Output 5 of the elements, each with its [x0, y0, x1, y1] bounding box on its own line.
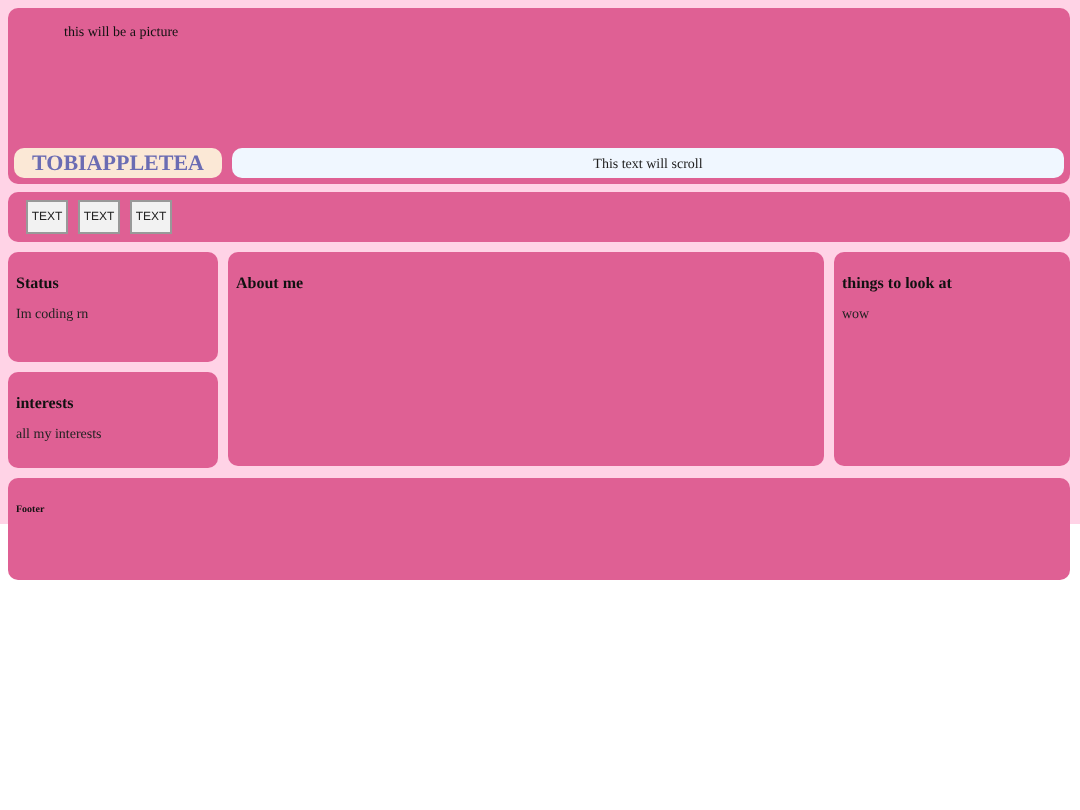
card-title: things to look at: [842, 274, 954, 292]
card-title: interests: [16, 394, 76, 412]
card-title: Status: [16, 274, 61, 292]
card-title: About me: [236, 274, 306, 292]
site-name: TOBIAPPLETEA: [14, 148, 222, 178]
